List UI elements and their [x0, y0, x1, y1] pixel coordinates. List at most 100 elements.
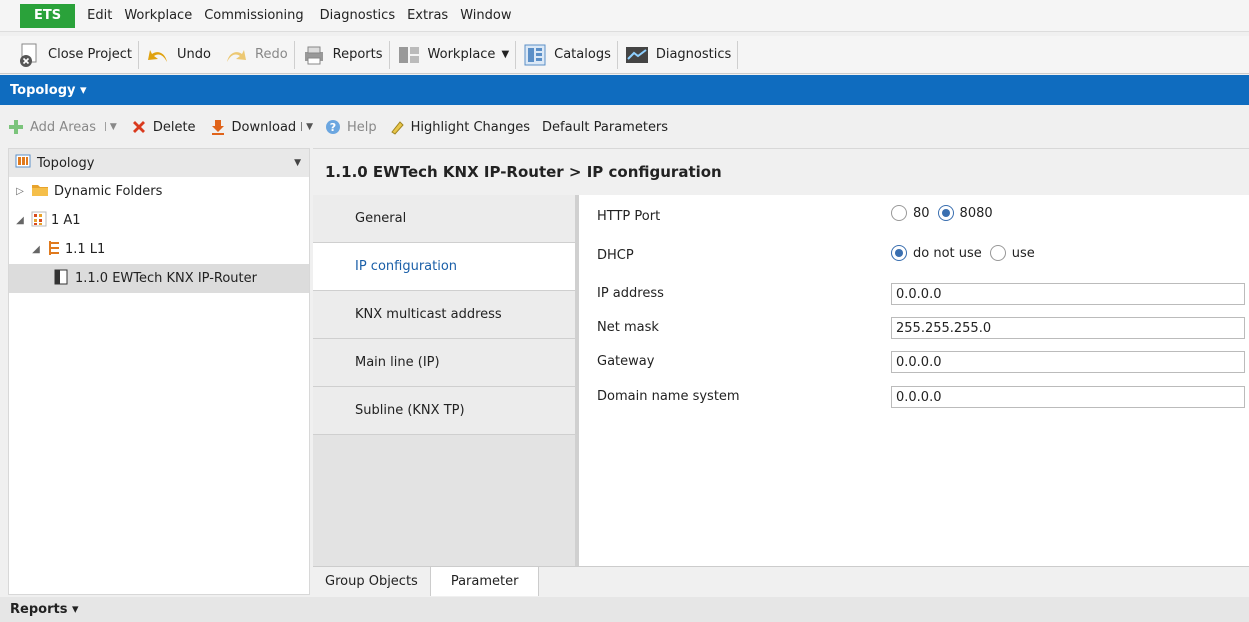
- menu-bar: ETS Edit Workplace Commissioning Diagnos…: [0, 0, 1249, 32]
- reports-label: Reports: [332, 47, 383, 62]
- workplace-label: Workplace: [427, 47, 496, 62]
- tree-item-device-ip-router[interactable]: 1.1.0 EWTech KNX IP-Router: [9, 264, 309, 293]
- content-title: 1.1.0 EWTech KNX IP-Router > IP configur…: [313, 149, 1249, 195]
- menu-commissioning[interactable]: Commissioning: [204, 8, 303, 23]
- workplace-button[interactable]: Workplace ▼: [390, 37, 516, 73]
- topology-panel-selector[interactable]: Topology ▾: [0, 75, 1249, 105]
- delete-label: Delete: [152, 119, 196, 135]
- http-port-8080-label: 8080: [959, 205, 993, 221]
- dhcp-do-not-use-label: do not use: [913, 245, 982, 261]
- line-icon: [47, 240, 61, 260]
- toolbar-separator: [737, 40, 739, 69]
- printer-icon: [301, 42, 327, 68]
- redo-button[interactable]: Redo: [217, 37, 294, 73]
- download-button[interactable]: Download | ▼: [210, 119, 313, 135]
- undo-button[interactable]: Undo: [139, 37, 217, 73]
- tree-item-label: 1.1 L1: [65, 242, 106, 257]
- highlight-changes-label: Highlight Changes: [410, 119, 531, 135]
- collapse-arrow-icon[interactable]: ◢: [29, 244, 43, 255]
- tree-header[interactable]: Topology ▼: [9, 149, 309, 177]
- dhcp-do-not-use-radio[interactable]: [891, 245, 907, 261]
- default-parameters-label: Default Parameters: [542, 119, 669, 135]
- diagnostics-button[interactable]: Diagnostics: [618, 37, 737, 73]
- redo-label: Redo: [255, 47, 288, 62]
- chevron-down-icon: ▼: [501, 49, 510, 60]
- dns-label: Domain name system: [597, 389, 740, 404]
- help-label: Help: [347, 119, 377, 135]
- tree-item-line-1-1[interactable]: ◢ 1.1 L1: [9, 235, 309, 264]
- tab-group-objects[interactable]: Group Objects: [313, 567, 430, 596]
- panel-title: Topology ▾: [10, 82, 87, 98]
- expand-arrow-icon[interactable]: ▷: [13, 186, 27, 197]
- help-icon: ?: [325, 119, 341, 135]
- topology-icon: [15, 153, 31, 173]
- folder-icon: [31, 182, 49, 202]
- tab-parameter[interactable]: Parameter: [429, 566, 540, 596]
- diagnostics-label: Diagnostics: [655, 47, 732, 62]
- parameter-content-panel: 1.1.0 EWTech KNX IP-Router > IP configur…: [313, 148, 1249, 595]
- http-port-8080-radio[interactable]: [937, 205, 954, 221]
- plus-icon: [8, 119, 24, 135]
- net-mask-field[interactable]: 255.255.255.0: [891, 317, 1245, 339]
- area-icon: [31, 211, 47, 231]
- http-port-80-radio[interactable]: [891, 205, 907, 221]
- catalogs-button[interactable]: Catalogs: [516, 37, 617, 73]
- bottom-tab-bar: Group Objects Parameter: [313, 566, 1249, 596]
- tab-subline-knx-tp[interactable]: Subline (KNX TP): [313, 387, 575, 435]
- catalogs-icon: [522, 42, 548, 68]
- ip-address-field[interactable]: 0.0.0.0: [891, 283, 1245, 305]
- chevron-down-icon[interactable]: ▼: [294, 158, 301, 168]
- dhcp-use-radio[interactable]: [989, 245, 1006, 261]
- tree-header-label: Topology: [37, 155, 95, 171]
- catalogs-label: Catalogs: [554, 47, 611, 62]
- ip-address-label: IP address: [597, 286, 664, 301]
- add-areas-label: Add Areas: [30, 119, 96, 135]
- tab-general[interactable]: General: [313, 195, 575, 243]
- http-port-radio-group: 80 8080: [891, 205, 993, 221]
- highlight-changes-button[interactable]: Highlight Changes: [389, 119, 530, 135]
- tab-main-line-ip[interactable]: Main line (IP): [313, 339, 575, 387]
- svg-text:?: ?: [330, 121, 336, 134]
- delete-x-icon: [131, 119, 147, 135]
- http-port-80-label: 80: [913, 205, 930, 221]
- ets-app-button[interactable]: ETS: [20, 3, 76, 28]
- menu-edit[interactable]: Edit: [87, 8, 112, 23]
- action-bar: Add Areas | ▼ Delete Download | ▼ ? Help…: [0, 111, 1249, 143]
- chevron-down-icon[interactable]: | ▼: [104, 122, 117, 132]
- close-project-button[interactable]: Close Project: [10, 37, 138, 73]
- gateway-field[interactable]: 0.0.0.0: [891, 351, 1245, 373]
- highlighter-icon: [389, 119, 405, 135]
- tree-item-dynamic-folders[interactable]: ▷ Dynamic Folders: [9, 177, 309, 206]
- menu-workplace[interactable]: Workplace: [124, 8, 192, 23]
- gateway-label: Gateway: [597, 354, 655, 369]
- menu-window[interactable]: Window: [460, 8, 511, 23]
- close-project-label: Close Project: [48, 47, 133, 62]
- tab-knx-multicast-address[interactable]: KNX multicast address: [313, 291, 575, 339]
- reports-bar-label: Reports ▾: [10, 602, 79, 617]
- reports-button[interactable]: Reports: [295, 37, 389, 73]
- collapse-arrow-icon[interactable]: ◢: [13, 215, 27, 226]
- menu-extras[interactable]: Extras: [407, 8, 448, 23]
- dns-field[interactable]: 0.0.0.0: [891, 386, 1245, 408]
- tree-item-area-1[interactable]: ◢ 1 A1: [9, 206, 309, 235]
- parameter-form: HTTP Port 80 8080 DHCP do not use use IP…: [583, 195, 1249, 566]
- tab-ip-configuration[interactable]: IP configuration: [313, 243, 575, 291]
- help-button[interactable]: ? Help: [325, 119, 377, 135]
- download-label: Download: [231, 119, 297, 135]
- delete-button[interactable]: Delete: [131, 119, 196, 135]
- menu-diagnostics[interactable]: Diagnostics: [320, 8, 395, 23]
- tree-item-label: 1 A1: [51, 213, 81, 228]
- tree-item-label: 1.1.0 EWTech KNX IP-Router: [75, 271, 257, 286]
- dhcp-radio-group: do not use use: [891, 245, 1035, 261]
- default-parameters-button[interactable]: Default Parameters: [542, 120, 668, 135]
- parameter-tabs: General IP configuration KNX multicast a…: [313, 195, 579, 566]
- diagnostics-icon: [624, 42, 650, 68]
- net-mask-label: Net mask: [597, 320, 659, 335]
- chevron-down-icon[interactable]: | ▼: [300, 122, 313, 132]
- undo-icon: [145, 42, 171, 68]
- reports-panel-bar[interactable]: Reports ▾: [0, 597, 1249, 622]
- undo-label: Undo: [177, 47, 211, 62]
- add-areas-button[interactable]: Add Areas | ▼: [8, 119, 117, 135]
- main-toolbar: Close Project Undo Redo Reports Workplac…: [0, 36, 1249, 74]
- http-port-label: HTTP Port: [597, 209, 661, 224]
